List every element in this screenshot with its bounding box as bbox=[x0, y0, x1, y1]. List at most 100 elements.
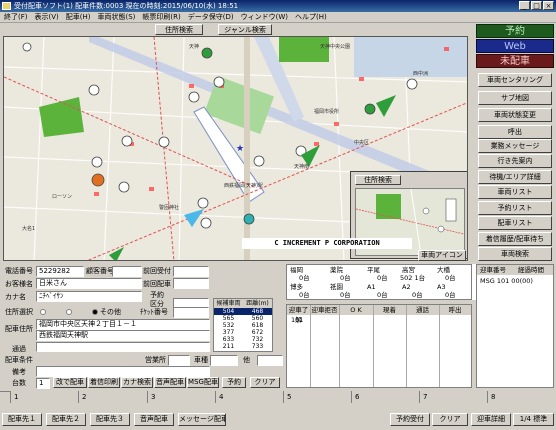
call-print-button[interactable]: 着信印刷 bbox=[88, 377, 120, 388]
dispatch-dest-3-button[interactable]: 配車先３ bbox=[90, 413, 130, 426]
count-input[interactable]: 1 bbox=[36, 378, 50, 389]
address-option-1-radio[interactable] bbox=[40, 309, 46, 315]
address-option-2-radio[interactable] bbox=[66, 309, 72, 315]
window-controls: _ □ × bbox=[519, 1, 554, 10]
office-select[interactable] bbox=[168, 355, 190, 366]
customer-code-input[interactable] bbox=[112, 266, 142, 277]
car-type-select[interactable] bbox=[210, 355, 238, 366]
kana-search-button[interactable]: カナ検索 bbox=[121, 377, 153, 388]
other-select[interactable] bbox=[257, 355, 283, 366]
voice-dispatch-button[interactable]: 音声配車 bbox=[154, 377, 186, 388]
table-row[interactable]: 211 733 bbox=[214, 343, 272, 350]
svg-text:★: ★ bbox=[236, 144, 244, 154]
table-row[interactable]: 565 560 bbox=[214, 315, 272, 322]
map-label: 天神中央公園 bbox=[320, 43, 350, 50]
dispatch-address-line2[interactable]: 西鉄福岡天神駅 bbox=[36, 330, 210, 341]
dispatch-dest-1-button[interactable]: 配車先１ bbox=[2, 413, 42, 426]
area-name: 博多 bbox=[290, 283, 303, 291]
call-history-button[interactable]: 着信履歴/配車待ち bbox=[478, 232, 552, 246]
slot-tab-8[interactable]: 8 bbox=[487, 391, 556, 403]
sub-map-button[interactable]: サブ地図 bbox=[478, 91, 552, 105]
table-row[interactable]: 633 732 bbox=[214, 336, 272, 343]
vehicle-status-change-button[interactable]: 車両状態変更 bbox=[478, 108, 552, 122]
dispatch-dest-2-button[interactable]: 配車先２ bbox=[46, 413, 86, 426]
close-button[interactable]: × bbox=[543, 1, 554, 10]
car-type-label: 車種 bbox=[194, 356, 208, 364]
destination-guide-button[interactable]: 行き先案内 bbox=[478, 154, 552, 168]
kana-name-input[interactable]: ﾆﾁﾍﾞｲｻﾝ bbox=[36, 291, 142, 302]
slot-tab-5[interactable]: 5 bbox=[283, 391, 351, 403]
map-view[interactable]: ★ 天神中央公園 天神 福岡市役所 中央区 西鉄福岡(天神)駅 警固神社 天神南… bbox=[3, 36, 468, 261]
table-row[interactable]: 101 bbox=[291, 316, 303, 324]
maximize-button[interactable]: □ bbox=[531, 1, 542, 10]
call-button[interactable]: 呼出 bbox=[478, 125, 552, 139]
reservation-list-button[interactable]: 予約リスト bbox=[478, 201, 552, 215]
area-name: 福岡 bbox=[290, 266, 303, 274]
vehicle-centering-button[interactable]: 車両センタリング bbox=[478, 73, 552, 87]
nearby-vehicle-header: 候補車両 距離(m) bbox=[214, 299, 272, 308]
waiting-area-detail-button[interactable]: 待機/エリア詳細 bbox=[478, 170, 552, 184]
customer-name-input[interactable]: 日米さん bbox=[36, 278, 142, 289]
ticket-number-input[interactable] bbox=[173, 307, 209, 318]
message-dispatch-button[interactable]: メッセージ配車 bbox=[178, 413, 226, 426]
reservation-receive-button[interactable]: 予約受付 bbox=[390, 413, 430, 426]
car-icon-button[interactable]: 車両アイコン bbox=[418, 250, 466, 261]
slot-tab-4[interactable]: 4 bbox=[215, 391, 283, 403]
pickup-detail-button[interactable]: 迎車詳細 bbox=[471, 413, 511, 426]
table-row[interactable]: 532 618 bbox=[214, 322, 272, 329]
vehicle-search-button[interactable]: 車両検索 bbox=[478, 247, 552, 261]
slot-tab-7[interactable]: 7 bbox=[419, 391, 487, 403]
slot-tab-3[interactable]: 3 bbox=[147, 391, 215, 403]
slot-tab-2[interactable]: 2 bbox=[78, 391, 147, 403]
voice-dispatch-bottom-button[interactable]: 音声配車 bbox=[134, 413, 174, 426]
clear-form-button[interactable]: クリア bbox=[250, 377, 280, 388]
business-message-button[interactable]: 業務メッセージ bbox=[478, 139, 552, 153]
reserve-button[interactable]: 予約 bbox=[222, 377, 246, 388]
page-standard-button[interactable]: 1/4 標準 bbox=[513, 413, 554, 426]
map-label: 天神 bbox=[189, 43, 199, 50]
table-row[interactable]: 377 672 bbox=[214, 329, 272, 336]
count-label: 台数 bbox=[12, 379, 26, 387]
change-dispatch-button[interactable]: 改で配車 bbox=[53, 377, 87, 388]
minimize-button[interactable]: _ bbox=[519, 1, 530, 10]
dispatch-list-button[interactable]: 配車リスト bbox=[478, 216, 552, 230]
table-row[interactable]: MSG 101 00(00) bbox=[480, 277, 533, 285]
message-table[interactable]: 迎車番号 経過時間 MSG 101 00(00) bbox=[476, 264, 554, 388]
nearby-car-header: 候補車両 bbox=[216, 300, 241, 307]
office-label: 営業所 bbox=[145, 356, 166, 364]
dispatch-status-table[interactable]: 迎車了解 迎車拒否 O K 現着 通話 呼出 101 bbox=[286, 304, 472, 388]
vehicle-list-button[interactable]: 車両リスト bbox=[478, 185, 552, 199]
menu-reports[interactable]: 帳票印刷(R) bbox=[142, 12, 180, 22]
remarks-input[interactable] bbox=[36, 366, 210, 377]
kana-name-label: カナ名 bbox=[5, 293, 26, 301]
undispatched-status[interactable]: 未配車 bbox=[476, 54, 554, 68]
menu-data[interactable]: データ保守(D) bbox=[188, 12, 234, 22]
menu-help[interactable]: ヘルプ(H) bbox=[295, 12, 327, 22]
menu-window[interactable]: ウィンドウ(W) bbox=[241, 12, 288, 22]
menu-dispatch[interactable]: 配車(H) bbox=[66, 12, 91, 22]
ticket-number-label: ﾁｹｯﾄ番号 bbox=[140, 308, 168, 316]
dispatch-address-label: 配車住所 bbox=[5, 325, 33, 333]
route-label: 通過 bbox=[12, 345, 26, 353]
dispatch-condition-label: 配車条件 bbox=[5, 356, 33, 364]
clear-button[interactable]: クリア bbox=[432, 413, 468, 426]
genre-search-button[interactable]: ジャンル検索 bbox=[218, 24, 272, 35]
menu-view[interactable]: 表示(V) bbox=[35, 12, 59, 22]
slot-tab-6[interactable]: 6 bbox=[351, 391, 419, 403]
address-search-button[interactable]: 住所検索 bbox=[155, 24, 203, 35]
slot-tab-1[interactable]: 1 bbox=[10, 391, 78, 403]
address-option-other-radio[interactable] bbox=[92, 309, 98, 315]
msg-dispatch-button[interactable]: MSG配車 bbox=[187, 377, 219, 388]
reservation-status[interactable]: 予約 bbox=[476, 24, 554, 38]
app-icon bbox=[2, 2, 11, 10]
map-label: 天神南 bbox=[294, 163, 309, 170]
menu-vehicle-status[interactable]: 車両状態(S) bbox=[98, 12, 136, 22]
previous-dispatch-value bbox=[173, 278, 209, 289]
dispatch-address-line1[interactable]: 福岡市中央区天神２丁目１－１ bbox=[36, 319, 210, 330]
table-row[interactable]: 504 468 bbox=[214, 308, 272, 315]
route-input[interactable] bbox=[36, 342, 210, 352]
menu-file[interactable]: 終了(F) bbox=[4, 12, 28, 22]
phone-input[interactable]: 5229282 bbox=[36, 266, 84, 277]
web-status[interactable]: Web bbox=[476, 39, 554, 53]
sub-address-search-button[interactable]: 住所検索 bbox=[355, 175, 401, 185]
